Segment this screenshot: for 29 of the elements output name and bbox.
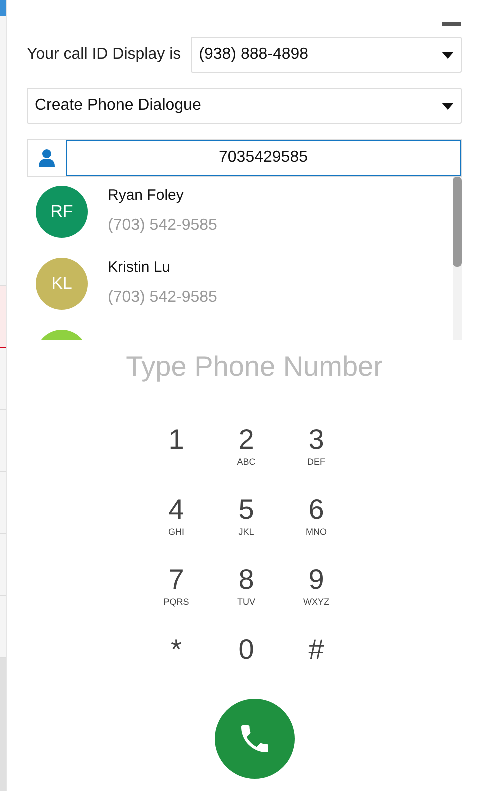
dial-key[interactable]: 3 DEF bbox=[282, 424, 352, 486]
dial-key[interactable]: * bbox=[142, 634, 212, 696]
contact-item[interactable]: KL Kristin Lu (703) 542-9585 bbox=[27, 249, 453, 321]
action-select[interactable]: Create Phone Dialogue bbox=[27, 88, 462, 124]
phone-number-field[interactable]: Type Phone Number bbox=[27, 348, 481, 386]
caret-icon bbox=[442, 102, 454, 110]
scrollbar[interactable] bbox=[453, 177, 462, 340]
dial-key[interactable]: 4 GHI bbox=[142, 494, 212, 556]
dial-key[interactable]: 1 bbox=[142, 424, 212, 486]
dial-key[interactable]: 5 JKL bbox=[212, 494, 282, 556]
search-field[interactable]: 7035429585 bbox=[66, 140, 461, 176]
caller-id-select[interactable]: (938) 888-4898 bbox=[191, 37, 462, 73]
person-icon bbox=[39, 149, 55, 167]
avatar: KL bbox=[36, 258, 88, 310]
dial-key[interactable]: 6 MNO bbox=[282, 494, 352, 556]
dial-key[interactable]: # bbox=[282, 634, 352, 696]
contact-name: Ryan Foley bbox=[108, 186, 185, 206]
caret-icon bbox=[442, 52, 454, 58]
dial-key[interactable]: 0 bbox=[212, 634, 282, 696]
avatar: RF bbox=[36, 186, 88, 238]
caller-id-label: Your call ID Display is bbox=[27, 45, 182, 65]
dial-key[interactable]: 8 TUV bbox=[212, 564, 282, 626]
dial-key[interactable]: 9 WXYZ bbox=[282, 564, 352, 626]
contact-item[interactable]: RF Ryan Foley (703) 542-9585 bbox=[27, 177, 453, 249]
contact-name: Kristin Lu bbox=[108, 258, 172, 278]
contact-phone: (703) 542-9585 bbox=[108, 216, 218, 236]
dial-key[interactable]: 7 PQRS bbox=[142, 564, 212, 626]
contact-phone: (703) 542-9585 bbox=[108, 288, 218, 308]
dial-key[interactable]: 2 ABC bbox=[212, 424, 282, 486]
